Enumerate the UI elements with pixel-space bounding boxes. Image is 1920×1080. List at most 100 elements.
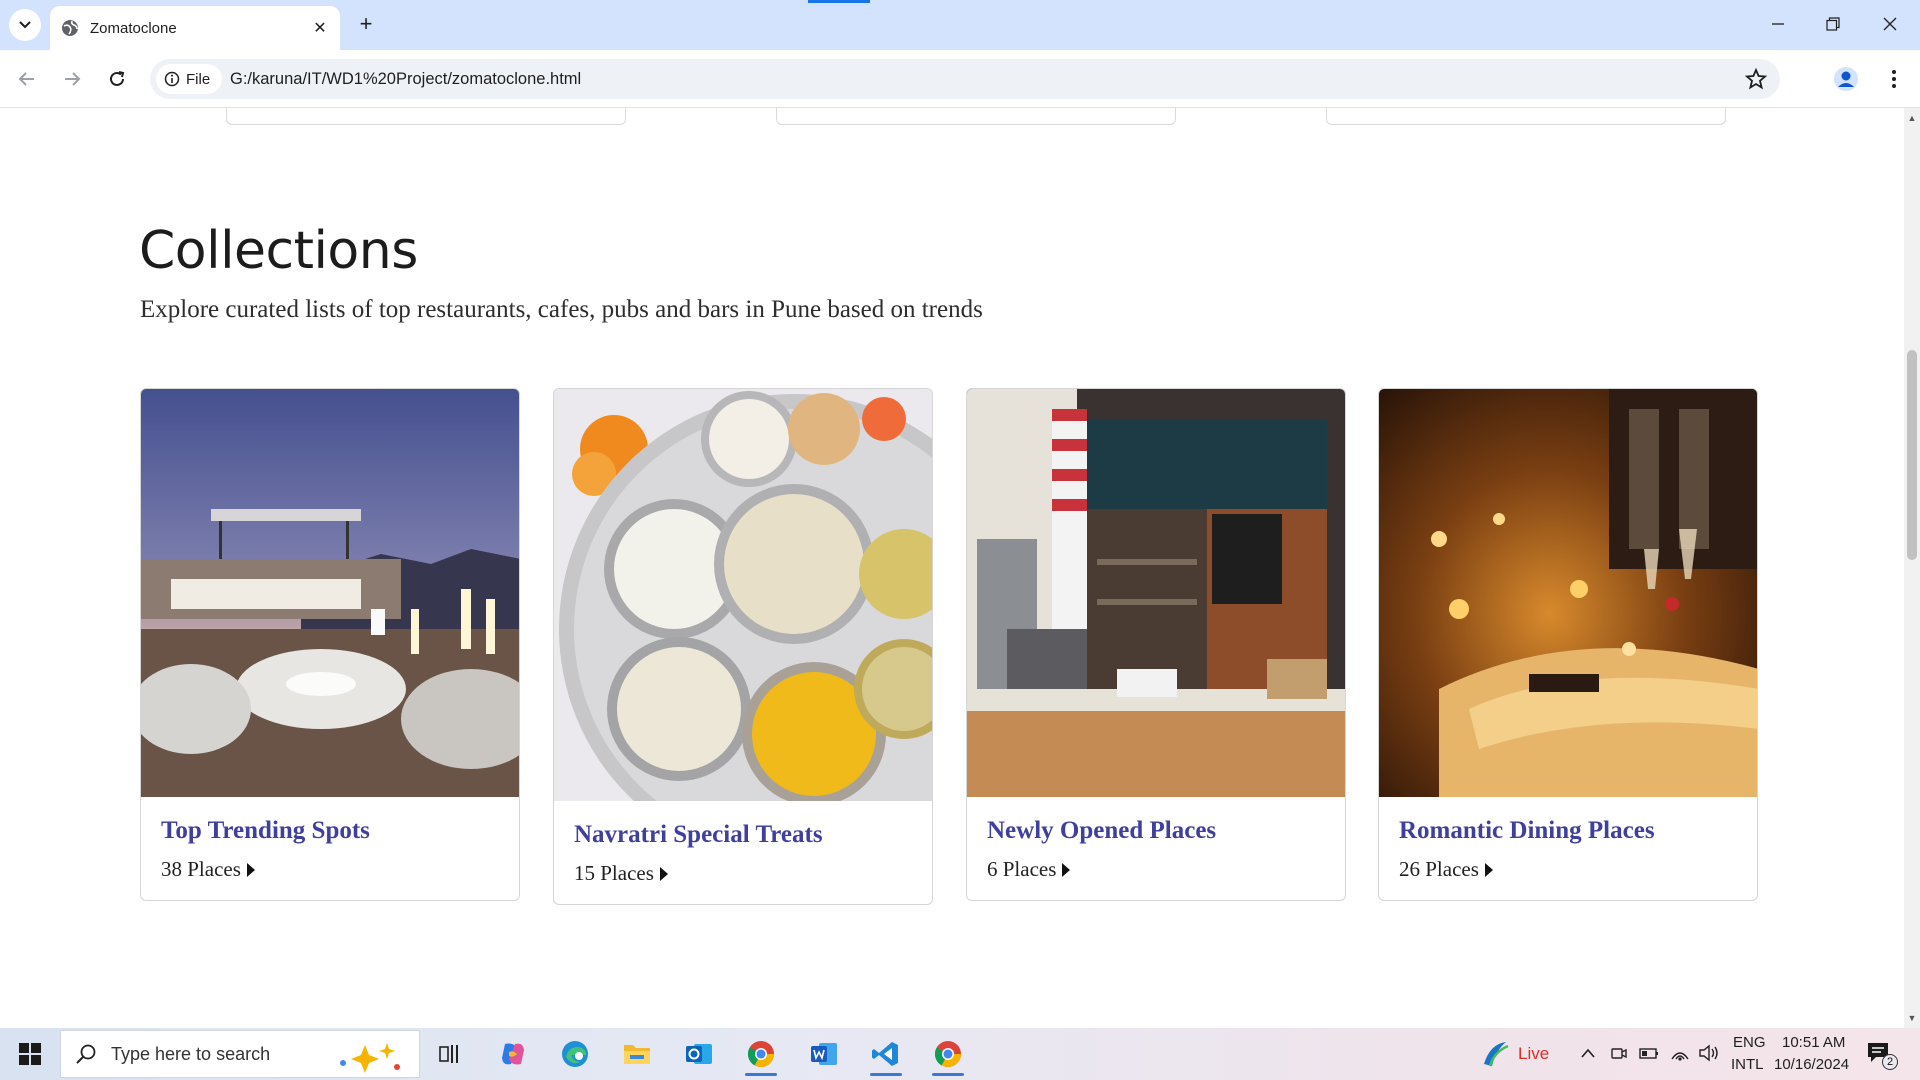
- tab-close-icon[interactable]: ✕: [310, 18, 330, 38]
- taskbar-word[interactable]: [800, 1032, 848, 1076]
- start-button[interactable]: [10, 1038, 50, 1070]
- collection-card[interactable]: Navratri Special Treats 15 Places: [553, 388, 933, 905]
- tab-title: Zomatoclone: [90, 19, 177, 37]
- back-button[interactable]: [9, 61, 45, 97]
- url-text[interactable]: G:/karuna/IT/WD1%20Project/zomatoclone.h…: [230, 59, 581, 99]
- windows-taskbar: Type here to search Live ENG INTL 10:51 …: [0, 1028, 1920, 1080]
- tab-strip: Zomatoclone ✕ +: [0, 0, 1920, 50]
- collection-title[interactable]: Top Trending Spots: [161, 817, 499, 845]
- scroll-down-arrow-icon[interactable]: ▼: [1904, 1010, 1920, 1026]
- previous-section-card: [226, 108, 626, 125]
- new-tab-button[interactable]: +: [352, 10, 380, 38]
- collection-count-text: 26 Places: [1399, 857, 1479, 881]
- caret-right-icon: [659, 866, 668, 881]
- collection-count-text: 6 Places: [987, 857, 1057, 881]
- browser-toolbar: File G:/karuna/IT/WD1%20Project/zomatocl…: [0, 50, 1920, 108]
- taskbar-chrome[interactable]: [737, 1032, 785, 1076]
- taskbar-file-explorer[interactable]: [613, 1032, 661, 1076]
- taskbar-outlook[interactable]: [675, 1032, 723, 1076]
- taskbar-copilot[interactable]: [489, 1032, 537, 1076]
- caret-right-icon: [1484, 862, 1493, 877]
- wifi-icon[interactable]: [1670, 1043, 1690, 1063]
- clock-time[interactable]: 10:51 AM: [1782, 1034, 1845, 1051]
- forward-button[interactable]: [54, 61, 90, 97]
- folder-icon: [624, 1045, 650, 1064]
- collection-card[interactable]: Newly Opened Places 6 Places: [966, 388, 1346, 901]
- previous-section-card: [776, 108, 1176, 125]
- clock-date[interactable]: 10/16/2024: [1774, 1056, 1849, 1073]
- collection-title[interactable]: Newly Opened Places: [987, 817, 1325, 845]
- browser-tab[interactable]: Zomatoclone ✕: [50, 6, 340, 50]
- collection-image: [554, 389, 932, 801]
- page-scrollbar[interactable]: ▲ ▼: [1904, 108, 1920, 1028]
- tab-strip-indicator: [808, 0, 870, 3]
- chevron-up-icon[interactable]: [1580, 1046, 1596, 1060]
- collections-heading: Collections: [139, 221, 418, 281]
- notification-badge: 2: [1882, 1054, 1898, 1070]
- globe-icon: [62, 20, 78, 36]
- browser-menu-button[interactable]: [1880, 63, 1908, 95]
- keyboard-layout-indicator[interactable]: INTL: [1731, 1056, 1764, 1073]
- close-window-button[interactable]: [1870, 10, 1910, 38]
- previous-section-card: [1326, 108, 1726, 125]
- collection-count[interactable]: 26 Places: [1399, 857, 1737, 882]
- battery-icon[interactable]: [1638, 1044, 1660, 1062]
- tab-search-button[interactable]: [9, 9, 41, 41]
- taskbar-edge[interactable]: [551, 1032, 599, 1076]
- caret-right-icon: [1062, 862, 1071, 877]
- chrome-icon: [747, 1041, 775, 1068]
- collection-title[interactable]: Navratri Special Treats: [574, 821, 912, 849]
- profile-icon: [1834, 67, 1858, 91]
- security-chip-label: File: [186, 70, 211, 88]
- language-indicator[interactable]: ENG: [1733, 1034, 1766, 1051]
- collection-count[interactable]: 15 Places: [574, 861, 912, 886]
- taskbar-search-box[interactable]: Type here to search: [60, 1030, 420, 1078]
- restore-button[interactable]: [1813, 10, 1853, 38]
- minimize-icon: [1772, 23, 1784, 25]
- reload-icon: [110, 71, 125, 86]
- close-icon: [1883, 17, 1897, 31]
- task-view-icon: [439, 1045, 458, 1063]
- copilot-icon: [502, 1043, 524, 1065]
- collection-image: [1379, 389, 1757, 797]
- outlook-icon: [686, 1044, 712, 1064]
- sparkle-icon: [340, 1043, 400, 1073]
- collection-count[interactable]: 6 Places: [987, 857, 1325, 882]
- collection-count[interactable]: 38 Places: [161, 857, 499, 882]
- page-viewport: Collections Explore curated lists of top…: [0, 108, 1904, 1028]
- minimize-button[interactable]: [1758, 10, 1798, 38]
- arrow-left-icon: [18, 72, 34, 86]
- chrome-icon: [934, 1041, 962, 1068]
- windows-logo-icon: [19, 1043, 41, 1065]
- vscode-icon: [872, 1042, 898, 1066]
- address-bar[interactable]: File G:/karuna/IT/WD1%20Project/zomatocl…: [150, 59, 1780, 99]
- search-icon: [76, 1044, 96, 1064]
- reload-button[interactable]: [99, 61, 135, 97]
- scrollbar-thumb[interactable]: [1907, 350, 1917, 560]
- collections-subtitle: Explore curated lists of top restaurants…: [140, 296, 983, 323]
- profile-button[interactable]: [1830, 63, 1862, 95]
- collection-count-text: 15 Places: [574, 861, 654, 885]
- cricket-live-icon[interactable]: [1480, 1040, 1510, 1068]
- site-info-chip[interactable]: File: [156, 64, 223, 94]
- live-label[interactable]: Live: [1518, 1044, 1549, 1064]
- collection-card[interactable]: Romantic Dining Places 26 Places: [1378, 388, 1758, 901]
- chevron-down-icon: [19, 21, 31, 29]
- meet-now-icon[interactable]: [1610, 1044, 1628, 1062]
- info-icon: [164, 71, 180, 87]
- taskbar-vscode[interactable]: [862, 1032, 910, 1076]
- more-vert-icon: [1892, 70, 1896, 88]
- taskbar-chrome-2[interactable]: [924, 1032, 972, 1076]
- collection-card[interactable]: Top Trending Spots 38 Places: [140, 388, 520, 901]
- collection-image: [141, 389, 519, 797]
- scroll-up-arrow-icon[interactable]: ▲: [1904, 110, 1920, 126]
- task-view-button[interactable]: [426, 1032, 474, 1076]
- word-icon: [811, 1043, 837, 1065]
- volume-icon[interactable]: [1698, 1043, 1720, 1063]
- arrow-right-icon: [65, 72, 81, 86]
- notification-center-button[interactable]: 2: [1866, 1040, 1898, 1070]
- bookmark-star-icon[interactable]: [1744, 67, 1768, 91]
- edge-icon: [562, 1041, 588, 1067]
- caret-right-icon: [246, 862, 255, 877]
- collection-title[interactable]: Romantic Dining Places: [1399, 817, 1737, 845]
